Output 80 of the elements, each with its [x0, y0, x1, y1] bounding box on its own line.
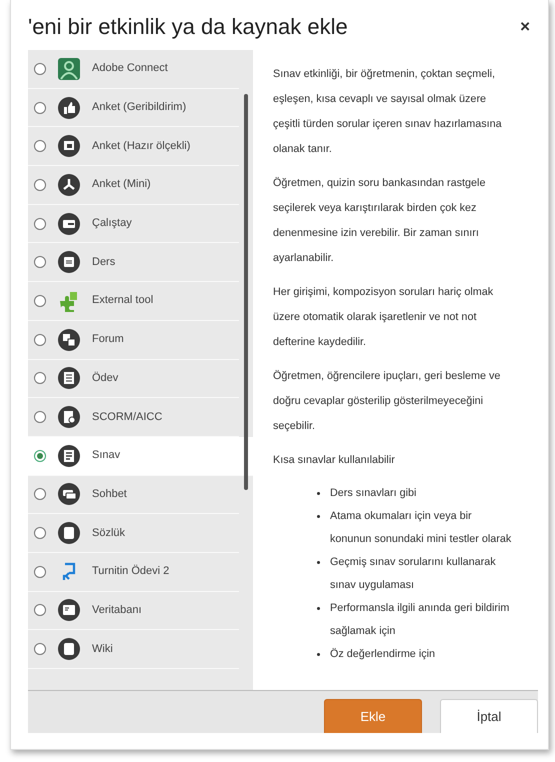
activity-icon	[57, 212, 81, 236]
activity-label: Wiki	[92, 642, 114, 657]
radio-button[interactable]	[34, 604, 46, 616]
activity-label: Forum	[92, 332, 125, 348]
activity-option[interactable]: Ödev	[28, 360, 239, 398]
radio-button[interactable]	[34, 334, 46, 346]
description-paragraph: Öğretmen, quizin soru bankasından rastgele seçilerek veya karıştırılarak birden çok kez denenmesine izin verebilir. Bir zaman sınırı ayarlanabilir.	[273, 176, 486, 266]
bullet-text: Performansla ilgili anında geri bildirim sağlamak için	[330, 601, 510, 639]
activity-label: Çalıştay	[92, 216, 133, 232]
activity-icon	[57, 172, 81, 197]
activity-option[interactable]: Wiki	[28, 630, 239, 669]
activity-option[interactable]: Sınav	[28, 436, 253, 476]
bullet-text: Geçmiş sınav sorularını kullanarak sınav uygulaması	[330, 555, 497, 593]
description-paragraph: Her girişimi, kompozisyon soruları hariç olmak üzere otomatik olarak işaretlenir ve not not defterine kaydedilir.	[273, 285, 494, 350]
activity-option[interactable]: Anket (Geribildirim)	[28, 88, 239, 128]
activity-label: SCORM/AICC	[92, 410, 164, 425]
bullet-icon	[317, 492, 320, 495]
radio-button[interactable]	[34, 411, 46, 424]
activity-label: Anket (Hazır ölçekli)	[92, 138, 192, 154]
description-paragraph: Öğretmen, öğrencilere ipuçları, geri besleme ve doğru cevaplar gösterilip gösterilmeyeceğini seçebilir.	[273, 369, 502, 434]
activity-icon	[57, 598, 81, 622]
radio-button[interactable]	[34, 527, 46, 540]
activity-icon	[57, 444, 81, 468]
activity-option[interactable]: Anket (Hazır ölçekli)	[28, 127, 239, 166]
bullet-icon	[317, 515, 320, 518]
activity-option[interactable]: Adobe Connect	[28, 50, 239, 89]
activity-icon	[57, 366, 81, 390]
activity-icon	[57, 250, 81, 274]
activity-icon	[57, 405, 81, 430]
cancel-button[interactable]: İptal	[440, 699, 538, 733]
activity-option[interactable]: Turnitin Ödevi 2	[28, 552, 239, 592]
activity-option[interactable]: Forum	[28, 320, 239, 360]
bullet-text: Atama okumaları için veya bir konunun sonundaki mini testler olarak	[330, 509, 512, 547]
activity-label: Veritabanı	[92, 602, 143, 618]
activity-icon	[57, 637, 81, 662]
radio-button[interactable]	[34, 372, 46, 384]
activity-option[interactable]: Veritabanı	[28, 592, 239, 630]
description-paragraph: Kısa sınavlar kullanılabilir	[273, 453, 396, 468]
radio-button[interactable]	[34, 450, 46, 462]
activity-option[interactable]: Sohbet	[28, 476, 239, 514]
bullet-text: Öz değerlendirme için	[330, 647, 436, 662]
activity-icon	[57, 482, 81, 506]
activity-option[interactable]: Sözlük	[28, 514, 239, 553]
activity-icon	[57, 96, 81, 120]
activity-label: Anket (Geribildirim)	[92, 100, 188, 116]
activity-label: Adobe Connect	[92, 61, 169, 76]
bullet-icon	[317, 561, 320, 564]
activity-label: External tool	[92, 293, 154, 308]
activity-option[interactable]: Anket (Mini)	[28, 166, 239, 205]
activity-label: Turnitin Ödevi 2	[92, 564, 170, 580]
scrollbar[interactable]	[244, 94, 248, 490]
activity-icon	[57, 134, 81, 158]
dialog-title: 'eni bir etkinlik ya da kaynak ekle	[28, 14, 348, 40]
close-button[interactable]: ×	[516, 17, 534, 37]
bullet-icon	[317, 607, 320, 610]
radio-button[interactable]	[34, 643, 46, 656]
radio-button[interactable]	[34, 294, 46, 307]
radio-button[interactable]	[34, 62, 46, 75]
activity-label: Sınav	[92, 448, 122, 464]
bullet-icon	[317, 653, 320, 656]
activity-label: Sohbet	[92, 486, 128, 502]
bullet-text: Ders sınavları gibi	[330, 486, 416, 501]
activity-label: Anket (Mini)	[92, 177, 152, 192]
activity-option[interactable]: Çalıştay	[28, 204, 239, 244]
radio-button[interactable]	[34, 566, 46, 578]
activity-option[interactable]: Ders	[28, 243, 239, 282]
activity-option[interactable]: External tool	[28, 282, 239, 321]
activity-label: Ders	[92, 254, 116, 270]
activity-label: Sözlük	[92, 526, 126, 541]
radio-button[interactable]	[34, 218, 46, 230]
activity-icon	[57, 521, 81, 546]
description-paragraph: Sınav etkinliği, bir öğretmenin, çoktan seçmeli, eşleşen, kısa cevaplı ve sayısal olmak üzere çeşitli türden sorular içeren sınav hazırlamasına olanak tanır.	[273, 67, 503, 157]
radio-button[interactable]	[34, 256, 46, 268]
activity-icon	[57, 56, 81, 81]
radio-button[interactable]	[34, 102, 46, 114]
activity-label: Ödev	[92, 370, 120, 386]
activity-icon	[57, 328, 81, 352]
radio-button[interactable]	[34, 488, 46, 500]
radio-button[interactable]	[34, 178, 46, 191]
radio-button[interactable]	[34, 140, 46, 152]
